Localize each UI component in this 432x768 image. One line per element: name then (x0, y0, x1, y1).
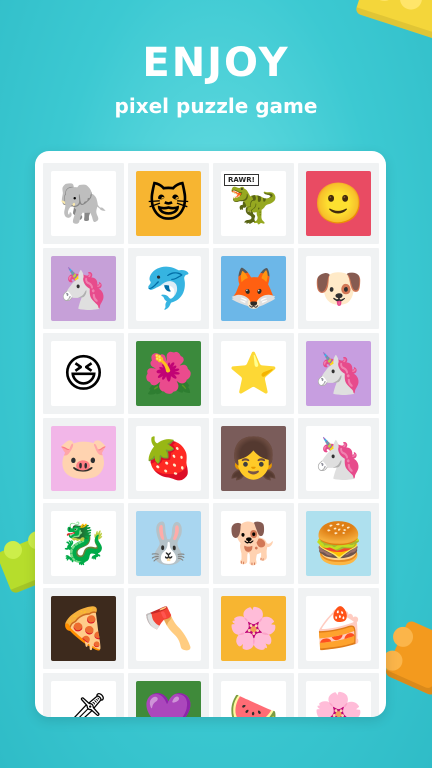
puzzle-tile[interactable]: 🐶 (298, 248, 379, 329)
elephant-icon: 🐘 (58, 180, 109, 227)
puzzle-tile[interactable]: 🦄 (43, 248, 124, 329)
puzzle-thumbnail: 🐘 (51, 171, 116, 236)
anime-girl-icon: 👧 (228, 435, 279, 482)
puzzle-tile[interactable]: 🦊 (213, 248, 294, 329)
puzzle-tile[interactable]: 💜 (128, 673, 209, 717)
orange-lego-brick (379, 619, 432, 697)
puzzle-tile[interactable]: 🍰 (298, 588, 379, 669)
purple-gem-icon: 💜 (143, 690, 194, 718)
brick-stud (1, 538, 25, 562)
puzzle-thumbnail: 🐶 (306, 256, 371, 321)
puzzle-tile[interactable]: 👧 (213, 418, 294, 499)
mandala-icon: 🌸 (228, 605, 279, 652)
star-face-icon: ⭐ (228, 350, 279, 397)
laughing-emoji-icon: 😆 (62, 350, 105, 397)
puzzle-tile[interactable]: 🐕 (213, 503, 294, 584)
puzzle-thumbnail: 🍕 (51, 596, 116, 661)
puzzle-thumbnail: 🍓 (136, 426, 201, 491)
puppy-icon: 🐕 (228, 520, 279, 567)
puzzle-tile[interactable]: 🐷 (43, 418, 124, 499)
unicorn-plush-icon: 🦄 (313, 435, 364, 482)
dinosaur-icon: 🦖 (228, 180, 279, 227)
puzzle-tile[interactable]: 😺 (128, 163, 209, 244)
subheadline: pixel puzzle game (114, 94, 318, 118)
puzzle-tile[interactable]: 🦄 (298, 418, 379, 499)
puzzle-tile[interactable]: 🦄 (298, 333, 379, 414)
puzzle-tile[interactable]: 🐬 (128, 248, 209, 329)
puzzle-thumbnail: 🦊 (221, 256, 286, 321)
puzzle-thumbnail: 😺 (136, 171, 201, 236)
puzzle-thumbnail: 🗡 (51, 681, 116, 717)
axe-icon: 🪓 (143, 605, 194, 652)
puzzle-tile[interactable]: 🍔 (298, 503, 379, 584)
puzzle-thumbnail: 🍰 (306, 596, 371, 661)
puzzle-grid: 🐘 😺 RAWR! 🦖 🙂 🦄 🐬 🦊 🐶 😆 🌺 ⭐ 🦄 🐷 🍓 👧 🦄 🐉 🐰 🐕 🍔 🍕 🪓 🌸 🍰 🗡 💜 🍉 🌸 (43, 163, 379, 717)
puzzle-tile[interactable]: 🪓 (128, 588, 209, 669)
unicorn-icon: 🦄 (313, 350, 364, 397)
bunny-icon: 🐰 (143, 520, 194, 567)
cat-astronaut-icon: 😺 (147, 180, 190, 227)
puzzle-tile[interactable]: 🐰 (128, 503, 209, 584)
strawberry-icon: 🍓 (143, 435, 194, 482)
speech-bubble-label: RAWR! (224, 174, 259, 186)
puzzle-gallery-card: 🐘 😺 RAWR! 🦖 🙂 🦄 🐬 🦊 🐶 😆 🌺 ⭐ 🦄 🐷 🍓 👧 🦄 🐉 🐰 🐕 🍔 🍕 🪓 🌸 🍰 🗡 💜 🍉 🌸 (35, 151, 386, 717)
puzzle-tile[interactable]: 🌺 (128, 333, 209, 414)
puzzle-tile[interactable]: 🍕 (43, 588, 124, 669)
rainbow-smiley-icon: 🙂 (313, 180, 364, 227)
mandala-flower-icon: 🌺 (143, 350, 194, 397)
dolphin-icon: 🐬 (143, 265, 194, 312)
puzzle-tile[interactable]: ⭐ (213, 333, 294, 414)
unicorn-cat-icon: 🦄 (58, 265, 109, 312)
yellow-lego-brick (354, 0, 432, 41)
headline: ENJOY (142, 40, 290, 86)
puzzle-thumbnail: 🌸 (306, 681, 371, 717)
puzzle-thumbnail: ⭐ (221, 341, 286, 406)
puzzle-thumbnail: 🦄 (51, 256, 116, 321)
puzzle-thumbnail: 🌸 (221, 596, 286, 661)
puzzle-thumbnail: RAWR! 🦖 (221, 171, 286, 236)
fox-icon: 🦊 (228, 265, 279, 312)
dog-face-icon: 🐶 (313, 265, 364, 312)
puzzle-thumbnail: 🙂 (306, 171, 371, 236)
brick-stud (397, 0, 425, 13)
puzzle-tile[interactable]: 🐘 (43, 163, 124, 244)
burger-meal-icon: 🍔 (313, 520, 364, 567)
puzzle-tile[interactable]: 🐉 (43, 503, 124, 584)
puzzle-tile[interactable]: 🌸 (213, 588, 294, 669)
puzzle-thumbnail: 🐰 (136, 511, 201, 576)
puzzle-thumbnail: 🪓 (136, 596, 201, 661)
puzzle-tile[interactable]: 🌸 (298, 673, 379, 717)
puzzle-thumbnail: 🍉 (221, 681, 286, 717)
puzzle-thumbnail: 🐉 (51, 511, 116, 576)
baby-dragon-icon: 🐉 (58, 520, 109, 567)
puzzle-thumbnail: 🐬 (136, 256, 201, 321)
puzzle-tile[interactable]: 🍉 (213, 673, 294, 717)
cake-slice-icon: 🍰 (313, 605, 364, 652)
puzzle-tile[interactable]: 🍓 (128, 418, 209, 499)
pig-face-icon: 🐷 (58, 435, 109, 482)
puzzle-thumbnail: 🍔 (306, 511, 371, 576)
puzzle-thumbnail: 🌺 (136, 341, 201, 406)
puzzle-thumbnail: 🐷 (51, 426, 116, 491)
sword-icon: 🗡 (58, 690, 109, 718)
puzzle-thumbnail: 👧 (221, 426, 286, 491)
puzzle-thumbnail: 💜 (136, 681, 201, 717)
brick-stud (389, 623, 417, 651)
puzzle-thumbnail: 😆 (51, 341, 116, 406)
watermelon-icon: 🍉 (228, 690, 279, 718)
puzzle-tile[interactable]: 🗡 (43, 673, 124, 717)
puzzle-thumbnail: 🐕 (221, 511, 286, 576)
brick-stud (370, 0, 399, 4)
pizza-icon: 🍕 (58, 605, 109, 652)
pink-flower-icon: 🌸 (313, 690, 364, 718)
puzzle-tile[interactable]: 🙂 (298, 163, 379, 244)
puzzle-tile[interactable]: 😆 (43, 333, 124, 414)
puzzle-thumbnail: 🦄 (306, 426, 371, 491)
puzzle-tile[interactable]: RAWR! 🦖 (213, 163, 294, 244)
puzzle-thumbnail: 🦄 (306, 341, 371, 406)
